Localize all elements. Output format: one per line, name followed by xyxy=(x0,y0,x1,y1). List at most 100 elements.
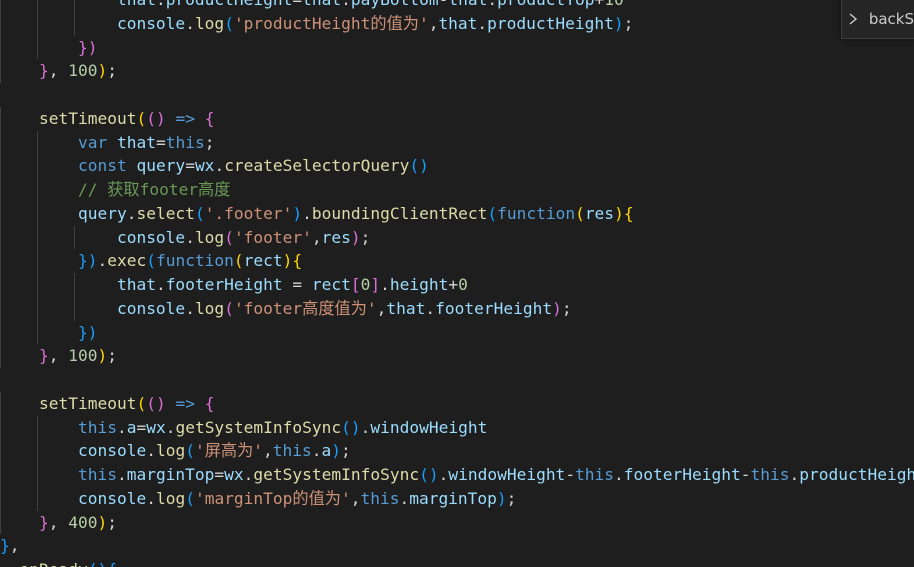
code-token-function: exec xyxy=(107,251,147,271)
indent-guide xyxy=(0,296,1,321)
code-token-default: . xyxy=(116,465,127,484)
code-line[interactable]: const query=wx.createSelectorQuery() xyxy=(0,154,914,178)
code-token-default: + xyxy=(448,275,459,294)
code-token-bracket3: ( xyxy=(185,441,195,461)
indent-guide xyxy=(0,510,1,535)
code-token-variable: res xyxy=(584,203,615,223)
code-line[interactable]: that.footerHeight = rect[0].height+0 xyxy=(0,273,914,297)
code-token-bracket1: ) xyxy=(97,346,108,366)
code-token-variable: res xyxy=(321,227,351,247)
code-editor[interactable]: that.productHeight=that.payBottom-that.p… xyxy=(0,0,914,567)
code-token-default: . xyxy=(438,465,449,484)
code-line[interactable]: }, 400); xyxy=(0,510,914,535)
code-token-default: . xyxy=(311,441,322,461)
code-token-keyword: this xyxy=(77,417,117,437)
code-token-default: ; xyxy=(506,488,517,508)
code-token-default: - xyxy=(439,0,449,9)
breadcrumb-widget[interactable]: backS xyxy=(841,0,914,39)
code-token-default: = xyxy=(282,275,312,294)
code-line[interactable]: }, 100); xyxy=(0,59,914,83)
code-token-number: 0 xyxy=(458,275,468,294)
code-token-default: . xyxy=(185,298,195,318)
code-token-function: setTimeout xyxy=(38,393,137,413)
code-line[interactable]: query.select('.footer').boundingClientRe… xyxy=(0,201,914,226)
code-token-bracket2: { xyxy=(204,393,215,413)
code-line[interactable]: onReady(){ xyxy=(0,558,914,567)
code-token-default xyxy=(195,394,205,413)
code-token-variable: that xyxy=(302,0,341,9)
code-token-variable: productTop xyxy=(497,0,594,9)
code-token-default: . xyxy=(185,13,195,33)
code-line[interactable]: console.log('footer高度值为',that.footerHeig… xyxy=(0,296,914,321)
code-line[interactable]: var that=this; xyxy=(0,130,914,155)
code-token-default xyxy=(166,394,176,413)
code-token-default: = xyxy=(185,156,195,176)
code-token-default: . xyxy=(156,0,166,9)
code-line[interactable] xyxy=(0,368,914,392)
code-token-variable: windowHeight xyxy=(370,417,488,437)
code-line[interactable]: console.log('屏高为',this.a); xyxy=(0,439,914,463)
code-line[interactable]: setTimeout(() => { xyxy=(0,391,914,416)
code-token-default: . xyxy=(399,488,410,508)
code-token-default: = xyxy=(136,417,147,437)
code-token-keyword: this xyxy=(575,465,615,484)
code-token-keyword: this xyxy=(77,465,117,484)
code-token-bracket3: () xyxy=(88,560,108,567)
code-area[interactable]: that.productHeight=that.payBottom-that.p… xyxy=(0,0,914,567)
indent-guide xyxy=(0,0,1,12)
code-token-keyword: this xyxy=(272,441,312,461)
code-token-variable: marginTop xyxy=(126,465,215,484)
code-token-bracket3: ) xyxy=(613,13,624,33)
code-line[interactable]: this.a=wx.getSystemInfoSync().windowHeig… xyxy=(0,415,914,440)
code-token-variable: a xyxy=(321,441,332,461)
code-token-variable: productHeight xyxy=(799,465,914,484)
code-token-bracket2: }) xyxy=(77,37,98,57)
code-token-bracket3: () xyxy=(419,465,439,484)
code-token-keyword: const xyxy=(77,156,127,176)
indent-guide xyxy=(74,0,76,12)
code-token-variable: windowHeight xyxy=(448,465,566,484)
code-token-number: 100 xyxy=(68,346,98,366)
indent-guide xyxy=(37,415,39,440)
code-token-variable: height xyxy=(389,275,449,294)
code-token-bracket1: ) xyxy=(97,512,108,532)
code-token-variable: a xyxy=(126,417,137,437)
code-token-default: . xyxy=(380,275,390,294)
code-line[interactable]: console.log('footer',res); xyxy=(0,225,914,250)
indent-guide xyxy=(0,415,1,440)
indent-guide xyxy=(0,344,1,368)
code-line[interactable]: }, xyxy=(0,534,914,558)
code-token-default: = xyxy=(214,465,225,484)
code-line[interactable]: }) xyxy=(0,35,914,60)
code-line[interactable] xyxy=(0,83,914,107)
code-line[interactable]: }, 100); xyxy=(0,344,914,368)
code-token-number: 0 xyxy=(360,275,371,294)
code-line[interactable]: }).exec(function(rect){ xyxy=(0,249,914,273)
code-line[interactable]: setTimeout(() => { xyxy=(0,106,914,131)
code-line[interactable]: }) xyxy=(0,320,914,345)
code-token-bracket1: { xyxy=(623,203,634,223)
indent-guide xyxy=(37,225,39,250)
indent-guide xyxy=(0,320,1,345)
code-token-default: . xyxy=(360,417,371,437)
indent-guide xyxy=(37,35,39,60)
code-token-bracket2: ( xyxy=(224,298,234,318)
code-token-variable: footerHeight xyxy=(435,298,553,318)
code-token-default: . xyxy=(185,227,195,247)
indent-guide xyxy=(0,11,1,36)
code-line[interactable]: this.marginTop=wx.getSystemInfoSync().wi… xyxy=(0,463,914,487)
code-token-bracket2: ) xyxy=(350,227,361,247)
code-token-variable: footerHeight xyxy=(623,465,741,484)
code-token-keyword: function xyxy=(497,203,576,223)
code-line[interactable]: that.productHeight=that.payBottom-that.p… xyxy=(0,0,914,12)
code-token-default: . xyxy=(126,203,137,223)
indent-guide xyxy=(0,391,1,416)
code-line[interactable]: console.log('marginTop的值为',this.marginTo… xyxy=(0,486,914,511)
code-token-bracket3: ( xyxy=(146,251,156,271)
code-token-string: 'footer高度值为' xyxy=(233,298,377,318)
code-line[interactable]: // 获取footer高度 xyxy=(0,178,914,202)
code-token-default: , xyxy=(48,512,69,532)
code-line[interactable]: console.log('productHeight的值为',that.prod… xyxy=(0,11,914,36)
indent-guide xyxy=(37,201,39,226)
code-token-default xyxy=(107,133,117,152)
